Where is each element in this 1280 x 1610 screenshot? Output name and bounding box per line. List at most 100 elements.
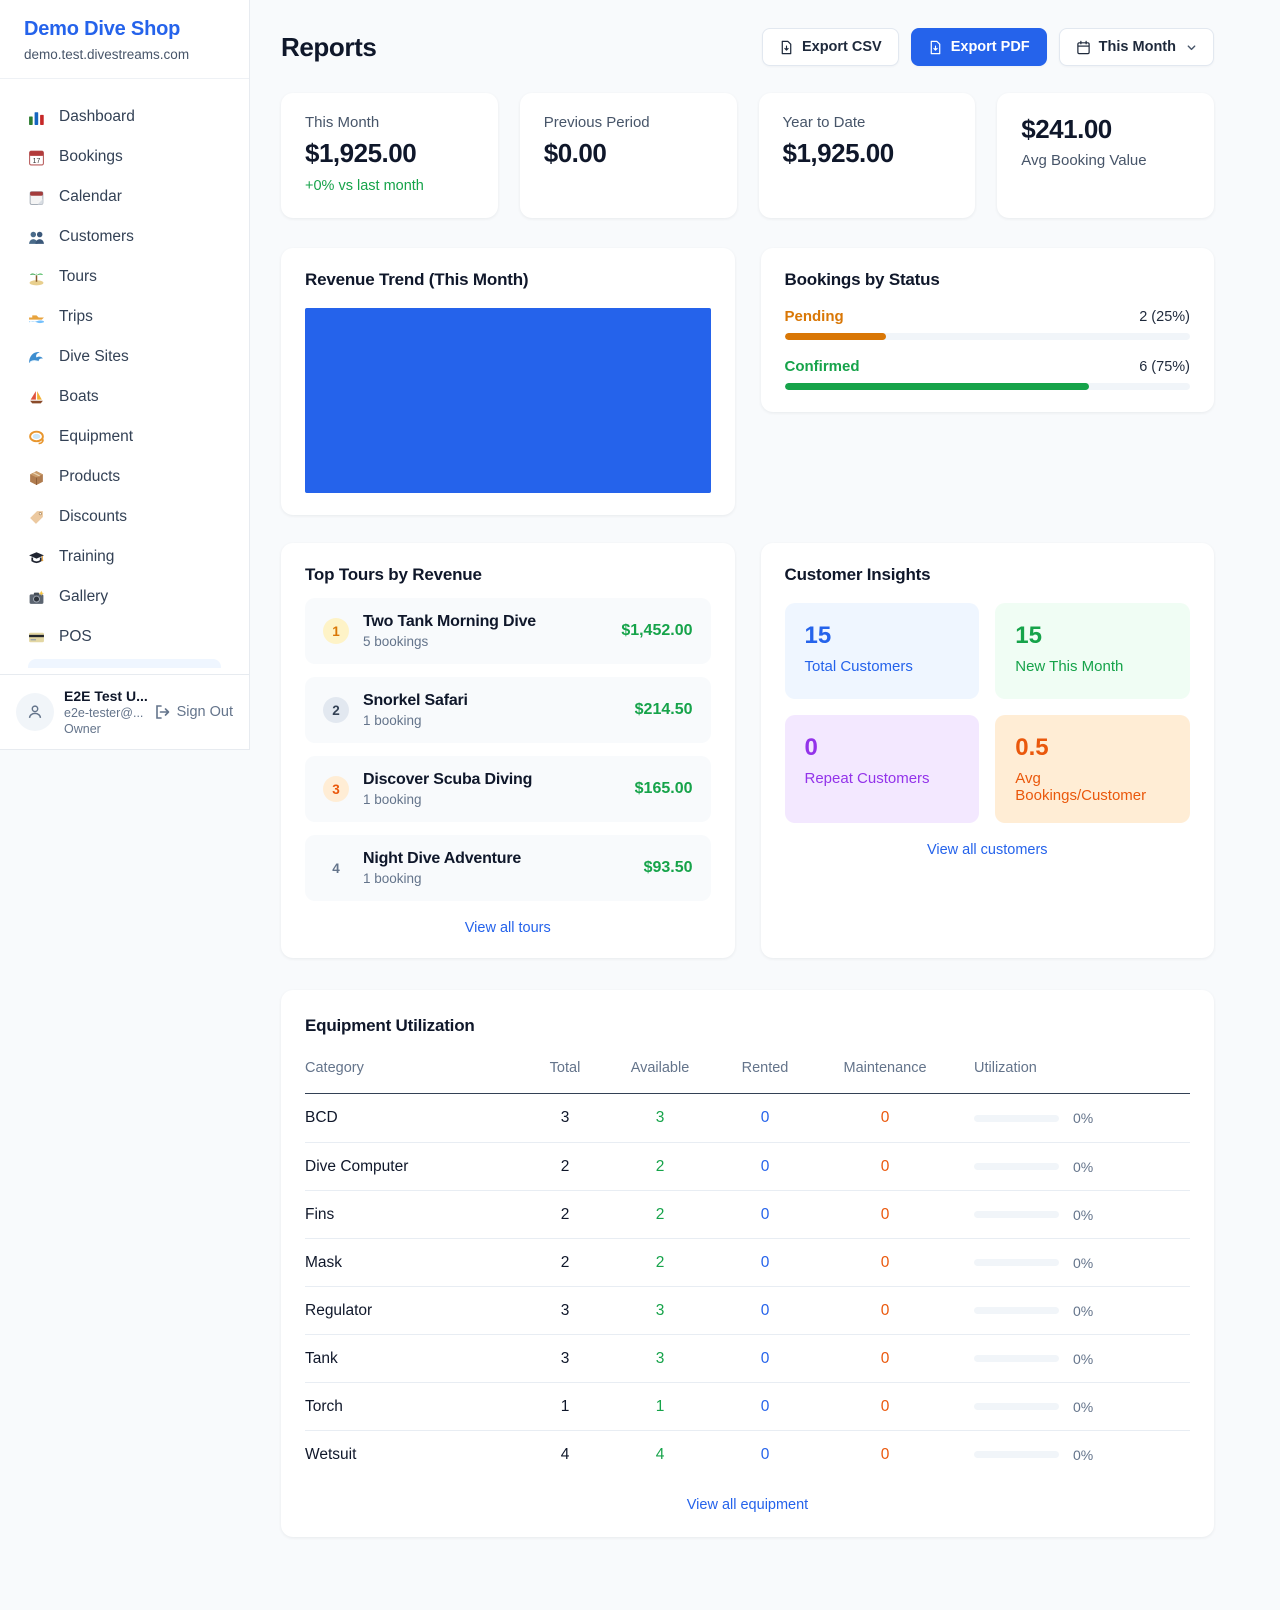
sidebar-item-reports-active[interactable] xyxy=(28,659,221,668)
sidebar-item-trips[interactable]: Trips xyxy=(14,297,235,337)
tile-value: 15 xyxy=(805,622,960,650)
page-title: Reports xyxy=(281,32,376,63)
stat-card-year-to-date: Year to Date $1,925.00 xyxy=(759,93,976,218)
cell-category: Regulator xyxy=(305,1302,520,1320)
cell-rented: 0 xyxy=(710,1446,820,1464)
sidebar-item-calendar[interactable]: Calendar xyxy=(14,177,235,217)
export-csv-button[interactable]: Export CSV xyxy=(762,28,899,66)
cell-utilization: 0% xyxy=(950,1110,1190,1126)
sign-out-label: Sign Out xyxy=(177,704,233,720)
tile-total-customers: 15 Total Customers xyxy=(785,603,980,699)
export-pdf-button[interactable]: Export PDF xyxy=(911,28,1047,66)
tile-value: 0 xyxy=(805,734,960,762)
table-row: Torch 1 1 0 0 0% xyxy=(305,1382,1190,1430)
progress-track xyxy=(785,383,1191,390)
cell-category: Fins xyxy=(305,1206,520,1224)
utilization-bar xyxy=(974,1163,1059,1170)
user-meta: E2E Test U... e2e-tester@... Owner xyxy=(64,688,144,736)
cell-rented: 0 xyxy=(710,1398,820,1416)
sidebar-item-boats[interactable]: Boats xyxy=(14,377,235,417)
table-row: Tank 3 3 0 0 0% xyxy=(305,1334,1190,1382)
export-csv-label: Export CSV xyxy=(802,39,882,55)
insight-tiles: 15 Total Customers 15 New This Month 0 R… xyxy=(785,603,1191,823)
utilization-label: 0% xyxy=(1073,1255,1093,1271)
utilization-label: 0% xyxy=(1073,1159,1093,1175)
sidebar-item-customers[interactable]: Customers xyxy=(14,217,235,257)
sidebar-item-label: Gallery xyxy=(59,588,108,606)
period-dropdown[interactable]: This Month xyxy=(1059,28,1214,66)
cell-rented: 0 xyxy=(710,1254,820,1272)
cell-total: 2 xyxy=(520,1254,610,1272)
tile-label: Repeat Customers xyxy=(805,770,960,787)
desert-island-icon xyxy=(26,267,46,287)
cell-rented: 0 xyxy=(710,1206,820,1224)
sidebar-item-gallery[interactable]: Gallery xyxy=(14,577,235,617)
cell-utilization: 0% xyxy=(950,1303,1190,1319)
tile-label: Avg Bookings/Customer xyxy=(1015,770,1170,804)
cell-utilization: 0% xyxy=(950,1447,1190,1463)
stat-label: Avg Booking Value xyxy=(1021,152,1190,169)
status-value: 6 (75%) xyxy=(1139,359,1190,375)
bar-chart-icon xyxy=(26,107,46,127)
cell-utilization: 0% xyxy=(950,1399,1190,1415)
avatar xyxy=(16,693,54,731)
cell-available: 2 xyxy=(610,1158,710,1176)
stat-value: $241.00 xyxy=(1021,114,1190,145)
panel-title: Bookings by Status xyxy=(785,270,1191,290)
chevron-down-icon xyxy=(1186,42,1197,53)
sidebar-item-training[interactable]: Training xyxy=(14,537,235,577)
view-all-equipment-link[interactable]: View all equipment xyxy=(305,1497,1190,1513)
view-all-tours-link[interactable]: View all tours xyxy=(305,920,711,936)
tour-name: Night Dive Adventure xyxy=(363,850,630,868)
calendar-date-icon: 17 xyxy=(26,147,46,167)
period-label: This Month xyxy=(1099,39,1176,55)
utilization-label: 0% xyxy=(1073,1447,1093,1463)
sidebar-item-discounts[interactable]: Discounts xyxy=(14,497,235,537)
sidebar-item-dashboard[interactable]: Dashboard xyxy=(14,97,235,137)
cell-available: 2 xyxy=(610,1254,710,1272)
graduation-cap-icon xyxy=(26,547,46,567)
sidebar-item-products[interactable]: Products xyxy=(14,457,235,497)
tile-value: 15 xyxy=(1015,622,1170,650)
credit-card-icon xyxy=(26,627,46,647)
sidebar-item-label: Dive Sites xyxy=(59,348,129,366)
column-header: Total xyxy=(520,1060,610,1088)
utilization-label: 0% xyxy=(1073,1110,1093,1126)
sidebar-item-label: Boats xyxy=(59,388,99,406)
sidebar-user-section: E2E Test U... e2e-tester@... Owner Sign … xyxy=(0,674,249,749)
column-header: Maintenance xyxy=(820,1060,950,1088)
sidebar-item-label: Products xyxy=(59,468,120,486)
table-row: BCD 3 3 0 0 0% xyxy=(305,1094,1190,1142)
main-content: Reports Export CSV Export PDF This Month… xyxy=(250,0,1280,1577)
table-header-row: Category Total Available Rented Maintena… xyxy=(305,1054,1190,1094)
diving-mask-icon xyxy=(26,427,46,447)
tile-new-this-month: 15 New This Month xyxy=(995,603,1190,699)
tour-amount: $93.50 xyxy=(644,859,693,877)
tile-avg-bookings-customer: 0.5 Avg Bookings/Customer xyxy=(995,715,1190,823)
sign-out-button[interactable]: Sign Out xyxy=(154,704,233,720)
sidebar-item-dive-sites[interactable]: Dive Sites xyxy=(14,337,235,377)
cell-utilization: 0% xyxy=(950,1351,1190,1367)
sidebar-item-label: Training xyxy=(59,548,114,566)
cell-available: 4 xyxy=(610,1446,710,1464)
sidebar-item-bookings[interactable]: 17 Bookings xyxy=(14,137,235,177)
sidebar-item-pos[interactable]: POS xyxy=(14,617,235,657)
sidebar-item-label: Trips xyxy=(59,308,93,326)
column-header: Rented xyxy=(710,1060,820,1088)
rank-badge: 1 xyxy=(323,618,349,644)
sidebar-item-tours[interactable]: Tours xyxy=(14,257,235,297)
stat-card-this-month: This Month $1,925.00 +0% vs last month xyxy=(281,93,498,218)
cell-total: 3 xyxy=(520,1302,610,1320)
sidebar-item-label: Equipment xyxy=(59,428,133,446)
user-role: Owner xyxy=(64,722,144,736)
view-all-customers-link[interactable]: View all customers xyxy=(785,842,1191,858)
utilization-bar xyxy=(974,1259,1059,1266)
cell-available: 1 xyxy=(610,1398,710,1416)
utilization-label: 0% xyxy=(1073,1351,1093,1367)
sidebar-item-equipment[interactable]: Equipment xyxy=(14,417,235,457)
sidebar: Demo Dive Shop demo.test.divestreams.com… xyxy=(0,0,250,750)
cell-maintenance: 0 xyxy=(820,1302,950,1320)
stat-card-avg-booking-value: $241.00 Avg Booking Value xyxy=(997,93,1214,218)
sidebar-item-label: POS xyxy=(59,628,92,646)
column-header: Available xyxy=(610,1060,710,1088)
